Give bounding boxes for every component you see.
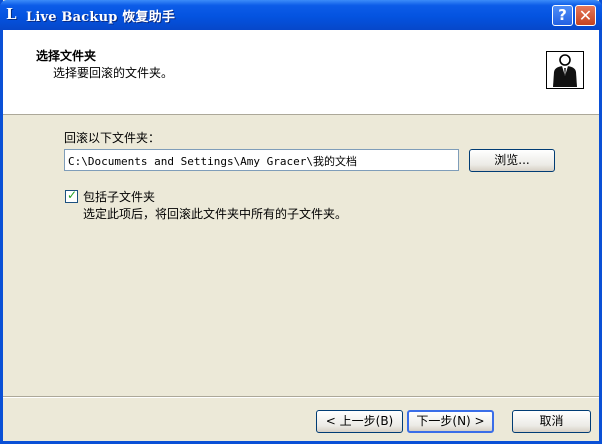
page-subtitle: 选择要回滚的文件夹。 (53, 66, 174, 80)
checkmark-icon: ✓ (67, 188, 78, 202)
include-subfolders-hint: 选定此项后，将回滚此文件夹中所有的子文件夹。 (83, 207, 348, 221)
folder-label: 回滚以下文件夹： (64, 131, 161, 145)
folder-path-field[interactable]: C:\Documents and Settings\Amy Gracer\我的文… (64, 149, 459, 171)
page-title: 选择文件夹 (36, 49, 97, 63)
app-icon: L (6, 5, 17, 23)
cancel-button[interactable]: 取消 (512, 410, 591, 433)
help-icon: ? (558, 6, 567, 24)
wizard-header: 选择文件夹 选择要回滚的文件夹。 (3, 30, 599, 115)
dialog-window: L Live Backup 恢复助手 ? ✕ 选择文件夹 选择要回滚的文件夹。 … (0, 0, 602, 444)
title-bar[interactable]: L Live Backup 恢复助手 ? ✕ (0, 0, 602, 30)
person-icon (546, 51, 584, 89)
browse-button[interactable]: 浏览... (469, 149, 555, 172)
close-button[interactable]: ✕ (575, 5, 596, 26)
footer-divider (3, 396, 599, 398)
next-button[interactable]: 下一步(N) > (407, 410, 494, 433)
include-subfolders-label[interactable]: 包括子文件夹 (83, 188, 155, 205)
include-subfolders-checkbox[interactable]: ✓ (65, 188, 78, 203)
back-button[interactable]: < 上一步(B) (316, 410, 403, 433)
window-title: Live Backup 恢复助手 (26, 10, 176, 25)
close-icon: ✕ (578, 6, 593, 25)
help-button[interactable]: ? (552, 5, 573, 26)
